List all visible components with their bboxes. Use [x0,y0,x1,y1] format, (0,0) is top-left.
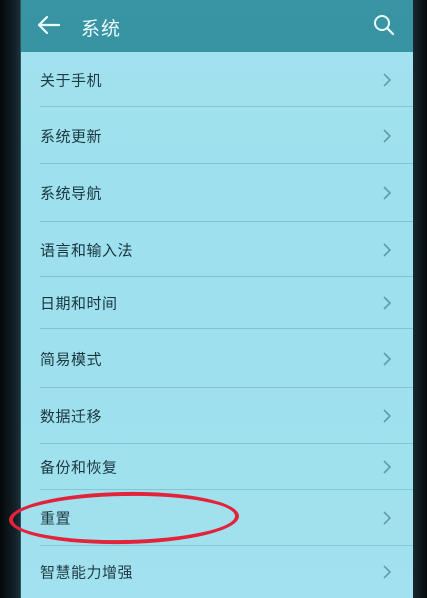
menu-item-data-migration[interactable]: 数据迁移 [21,388,413,444]
chevron-right-icon [383,242,392,257]
menu-item-system-navigation[interactable]: 系统导航 [21,164,413,222]
menu-item-date-time[interactable]: 日期和时间 [21,277,413,329]
arrow-left-icon [37,15,61,35]
chevron-right-icon [383,296,392,310]
app-header: 系统 [21,0,413,52]
chevron-right-icon [383,409,392,423]
menu-item-language-input[interactable]: 语言和输入法 [21,222,413,277]
menu-item-smart-enhancement[interactable]: 智慧能力增强 [21,546,413,598]
menu-item-label: 系统更新 [40,127,103,145]
menu-item-simple-mode[interactable]: 简易模式 [21,329,413,388]
search-button[interactable] [371,12,397,38]
page-title: 系统 [81,18,122,40]
search-icon [374,15,395,36]
chevron-right-icon [383,460,392,474]
menu-item-backup-restore[interactable]: 备份和恢复 [21,444,413,490]
menu-item-label: 语言和输入法 [40,241,134,259]
phone-device: 系统 关于手机 系统更新 系统导航 语言和输入法 日期和时间 简易模式 数据迁移… [0,0,427,598]
menu-item-label: 日期和时间 [40,294,118,313]
menu-item-label: 系统导航 [40,184,103,203]
chevron-right-icon [383,565,392,579]
menu-item-label: 备份和恢复 [40,458,118,477]
menu-item-label: 智慧能力增强 [40,563,134,582]
menu-item-label: 简易模式 [40,350,103,368]
menu-item-system-update[interactable]: 系统更新 [21,107,413,164]
chevron-right-icon [383,351,392,366]
back-button[interactable] [35,11,63,39]
menu-item-about-phone[interactable]: 关于手机 [21,52,413,107]
menu-item-label: 关于手机 [40,71,103,89]
menu-item-label: 数据迁移 [40,407,103,426]
chevron-right-icon [383,72,392,87]
chevron-right-icon [383,186,392,200]
chevron-right-icon [383,128,392,143]
chevron-right-icon [383,511,392,525]
